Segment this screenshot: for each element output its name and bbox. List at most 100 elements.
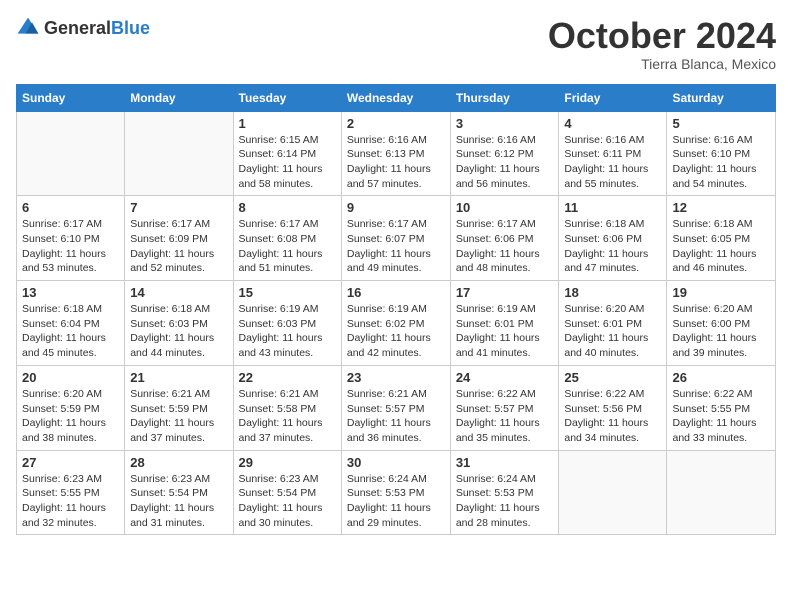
- day-number: 15: [239, 285, 336, 300]
- calendar-cell: [17, 111, 125, 196]
- calendar-cell: 31 Sunrise: 6:24 AMSunset: 5:53 PMDayligh…: [450, 450, 559, 535]
- day-number: 23: [347, 370, 445, 385]
- day-info: Sunrise: 6:17 AMSunset: 6:09 PMDaylight:…: [130, 217, 227, 276]
- calendar-header-sunday: Sunday: [17, 84, 125, 111]
- day-number: 5: [672, 116, 770, 131]
- calendar-cell: 7 Sunrise: 6:17 AMSunset: 6:09 PMDaylight…: [125, 196, 233, 281]
- calendar-week-2: 6 Sunrise: 6:17 AMSunset: 6:10 PMDaylight…: [17, 196, 776, 281]
- calendar-cell: 24Sunrise: 6:22 AMSunset: 5:57 PMDayligh…: [450, 365, 559, 450]
- day-number: 19: [672, 285, 770, 300]
- day-number: 13: [22, 285, 119, 300]
- day-number: 28: [130, 455, 227, 470]
- day-number: 21: [130, 370, 227, 385]
- calendar-cell: 30 Sunrise: 6:24 AMSunset: 5:53 PMDayligh…: [341, 450, 450, 535]
- calendar-cell: 1Sunrise: 6:15 AMSunset: 6:14 PMDaylight…: [233, 111, 341, 196]
- day-number: 30: [347, 455, 445, 470]
- day-number: 10: [456, 200, 554, 215]
- calendar-cell: 26 Sunrise: 6:22 AMSunset: 5:55 PMDayligh…: [667, 365, 776, 450]
- calendar-header-friday: Friday: [559, 84, 667, 111]
- calendar-week-1: 1Sunrise: 6:15 AMSunset: 6:14 PMDaylight…: [17, 111, 776, 196]
- calendar-cell: 4Sunrise: 6:16 AMSunset: 6:11 PMDaylight…: [559, 111, 667, 196]
- calendar-cell: [667, 450, 776, 535]
- day-number: 1: [239, 116, 336, 131]
- day-info: Sunrise: 6:19 AMSunset: 6:03 PMDaylight:…: [239, 302, 336, 361]
- day-info: Sunrise: 6:21 AMSunset: 5:58 PMDaylight:…: [239, 387, 336, 446]
- day-number: 11: [564, 200, 661, 215]
- calendar-week-4: 20Sunrise: 6:20 AMSunset: 5:59 PMDayligh…: [17, 365, 776, 450]
- logo: GeneralBlue: [16, 16, 150, 40]
- calendar-cell: 17Sunrise: 6:19 AMSunset: 6:01 PMDayligh…: [450, 281, 559, 366]
- calendar-cell: 9 Sunrise: 6:17 AMSunset: 6:07 PMDaylight…: [341, 196, 450, 281]
- day-info: Sunrise: 6:17 AMSunset: 6:07 PMDaylight:…: [347, 217, 445, 276]
- logo-blue: Blue: [111, 18, 150, 38]
- day-number: 6: [22, 200, 119, 215]
- page-header: GeneralBlue October 2024 Tierra Blanca, …: [16, 16, 776, 72]
- day-number: 12: [672, 200, 770, 215]
- calendar-header-wednesday: Wednesday: [341, 84, 450, 111]
- day-info: Sunrise: 6:23 AMSunset: 5:54 PMDaylight:…: [239, 472, 336, 531]
- calendar-cell: 5 Sunrise: 6:16 AMSunset: 6:10 PMDaylight…: [667, 111, 776, 196]
- title-area: October 2024 Tierra Blanca, Mexico: [548, 16, 776, 72]
- day-info: Sunrise: 6:20 AMSunset: 6:01 PMDaylight:…: [564, 302, 661, 361]
- day-info: Sunrise: 6:23 AMSunset: 5:55 PMDaylight:…: [22, 472, 119, 531]
- day-info: Sunrise: 6:18 AMSunset: 6:05 PMDaylight:…: [672, 217, 770, 276]
- calendar-cell: 27Sunrise: 6:23 AMSunset: 5:55 PMDayligh…: [17, 450, 125, 535]
- calendar-cell: 19 Sunrise: 6:20 AMSunset: 6:00 PMDayligh…: [667, 281, 776, 366]
- calendar-header-row: SundayMondayTuesdayWednesdayThursdayFrid…: [17, 84, 776, 111]
- day-info: Sunrise: 6:17 AMSunset: 6:10 PMDaylight:…: [22, 217, 119, 276]
- calendar-cell: 6 Sunrise: 6:17 AMSunset: 6:10 PMDaylight…: [17, 196, 125, 281]
- calendar-header-thursday: Thursday: [450, 84, 559, 111]
- day-number: 26: [672, 370, 770, 385]
- calendar-header-monday: Monday: [125, 84, 233, 111]
- day-info: Sunrise: 6:23 AMSunset: 5:54 PMDaylight:…: [130, 472, 227, 531]
- day-number: 8: [239, 200, 336, 215]
- day-number: 9: [347, 200, 445, 215]
- calendar-cell: 28 Sunrise: 6:23 AMSunset: 5:54 PMDayligh…: [125, 450, 233, 535]
- day-info: Sunrise: 6:16 AMSunset: 6:10 PMDaylight:…: [672, 133, 770, 192]
- calendar-cell: 14Sunrise: 6:18 AMSunset: 6:03 PMDayligh…: [125, 281, 233, 366]
- day-info: Sunrise: 6:17 AMSunset: 6:08 PMDaylight:…: [239, 217, 336, 276]
- location: Tierra Blanca, Mexico: [548, 56, 776, 72]
- calendar-cell: 29 Sunrise: 6:23 AMSunset: 5:54 PMDayligh…: [233, 450, 341, 535]
- day-info: Sunrise: 6:22 AMSunset: 5:55 PMDaylight:…: [672, 387, 770, 446]
- calendar-table: SundayMondayTuesdayWednesdayThursdayFrid…: [16, 84, 776, 536]
- logo-icon: [16, 16, 40, 40]
- calendar-cell: 23Sunrise: 6:21 AMSunset: 5:57 PMDayligh…: [341, 365, 450, 450]
- calendar-header-saturday: Saturday: [667, 84, 776, 111]
- calendar-cell: 15 Sunrise: 6:19 AMSunset: 6:03 PMDayligh…: [233, 281, 341, 366]
- day-number: 22: [239, 370, 336, 385]
- day-info: Sunrise: 6:24 AMSunset: 5:53 PMDaylight:…: [347, 472, 445, 531]
- calendar-cell: 11 Sunrise: 6:18 AMSunset: 6:06 PMDayligh…: [559, 196, 667, 281]
- calendar-cell: 21 Sunrise: 6:21 AMSunset: 5:59 PMDayligh…: [125, 365, 233, 450]
- day-number: 14: [130, 285, 227, 300]
- day-number: 7: [130, 200, 227, 215]
- day-number: 3: [456, 116, 554, 131]
- day-number: 18: [564, 285, 661, 300]
- day-info: Sunrise: 6:21 AMSunset: 5:59 PMDaylight:…: [130, 387, 227, 446]
- day-number: 4: [564, 116, 661, 131]
- calendar-cell: 22 Sunrise: 6:21 AMSunset: 5:58 PMDayligh…: [233, 365, 341, 450]
- calendar-cell: 16 Sunrise: 6:19 AMSunset: 6:02 PMDayligh…: [341, 281, 450, 366]
- day-info: Sunrise: 6:24 AMSunset: 5:53 PMDaylight:…: [456, 472, 554, 531]
- day-number: 31: [456, 455, 554, 470]
- day-number: 20: [22, 370, 119, 385]
- calendar-cell: 25Sunrise: 6:22 AMSunset: 5:56 PMDayligh…: [559, 365, 667, 450]
- calendar-week-3: 13 Sunrise: 6:18 AMSunset: 6:04 PMDayligh…: [17, 281, 776, 366]
- day-number: 29: [239, 455, 336, 470]
- day-number: 16: [347, 285, 445, 300]
- month-title: October 2024: [548, 16, 776, 56]
- day-info: Sunrise: 6:17 AMSunset: 6:06 PMDaylight:…: [456, 217, 554, 276]
- day-info: Sunrise: 6:19 AMSunset: 6:01 PMDaylight:…: [456, 302, 554, 361]
- calendar-cell: [559, 450, 667, 535]
- day-info: Sunrise: 6:16 AMSunset: 6:12 PMDaylight:…: [456, 133, 554, 192]
- calendar-cell: [125, 111, 233, 196]
- day-info: Sunrise: 6:18 AMSunset: 6:04 PMDaylight:…: [22, 302, 119, 361]
- day-info: Sunrise: 6:20 AMSunset: 6:00 PMDaylight:…: [672, 302, 770, 361]
- calendar-header-tuesday: Tuesday: [233, 84, 341, 111]
- day-info: Sunrise: 6:19 AMSunset: 6:02 PMDaylight:…: [347, 302, 445, 361]
- day-info: Sunrise: 6:18 AMSunset: 6:06 PMDaylight:…: [564, 217, 661, 276]
- logo-general: General: [44, 18, 111, 38]
- day-number: 24: [456, 370, 554, 385]
- calendar-cell: 20Sunrise: 6:20 AMSunset: 5:59 PMDayligh…: [17, 365, 125, 450]
- calendar-cell: 13 Sunrise: 6:18 AMSunset: 6:04 PMDayligh…: [17, 281, 125, 366]
